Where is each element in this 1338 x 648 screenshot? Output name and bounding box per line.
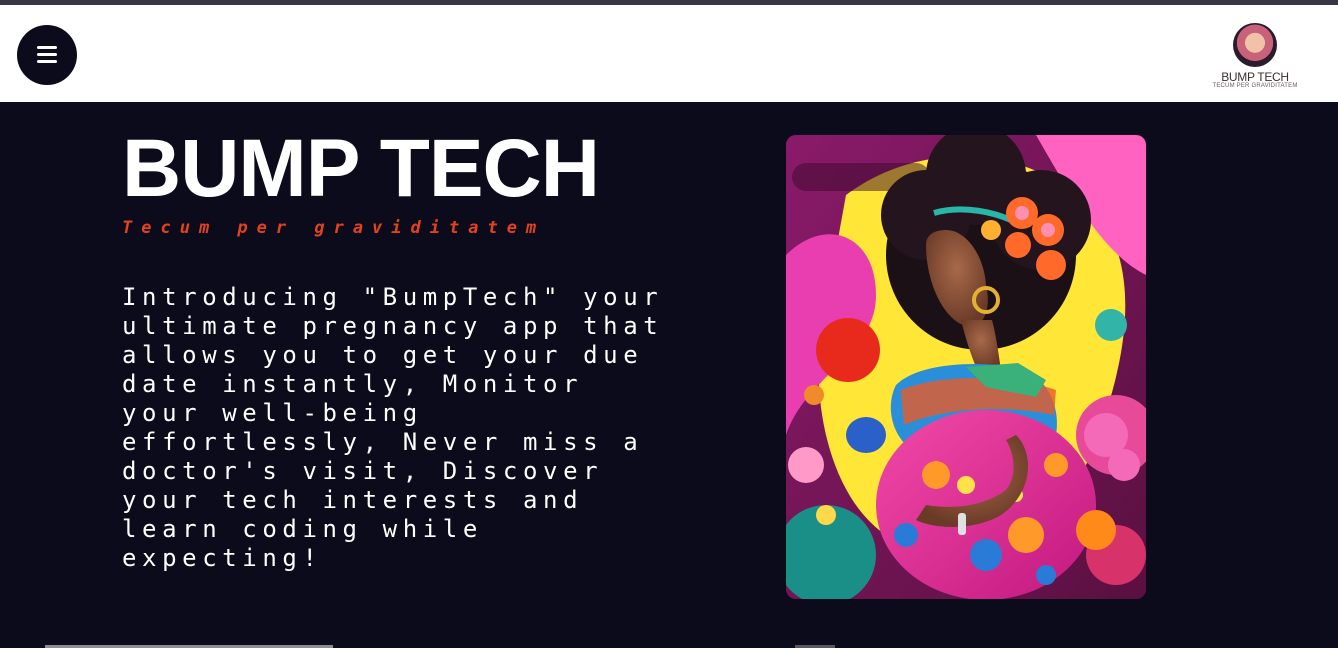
hero-description: Introducing "BumpTech" your ultimate pre… xyxy=(122,283,664,572)
menu-button[interactable] xyxy=(17,25,77,85)
site-header: BUMP TECH TECUM PER GRAVIDITATEM xyxy=(0,5,1338,102)
logo-title: BUMP TECH xyxy=(1221,70,1289,84)
site-logo[interactable]: BUMP TECH TECUM PER GRAVIDITATEM xyxy=(1212,23,1298,103)
logo-avatar-icon xyxy=(1233,23,1277,67)
hero-illustration xyxy=(786,135,1146,599)
hero-subtitle: Tecum per graviditatem xyxy=(122,218,546,238)
hero-title: BUMP TECH xyxy=(122,123,600,214)
logo-tagline: TECUM PER GRAVIDITATEM xyxy=(1212,83,1298,89)
